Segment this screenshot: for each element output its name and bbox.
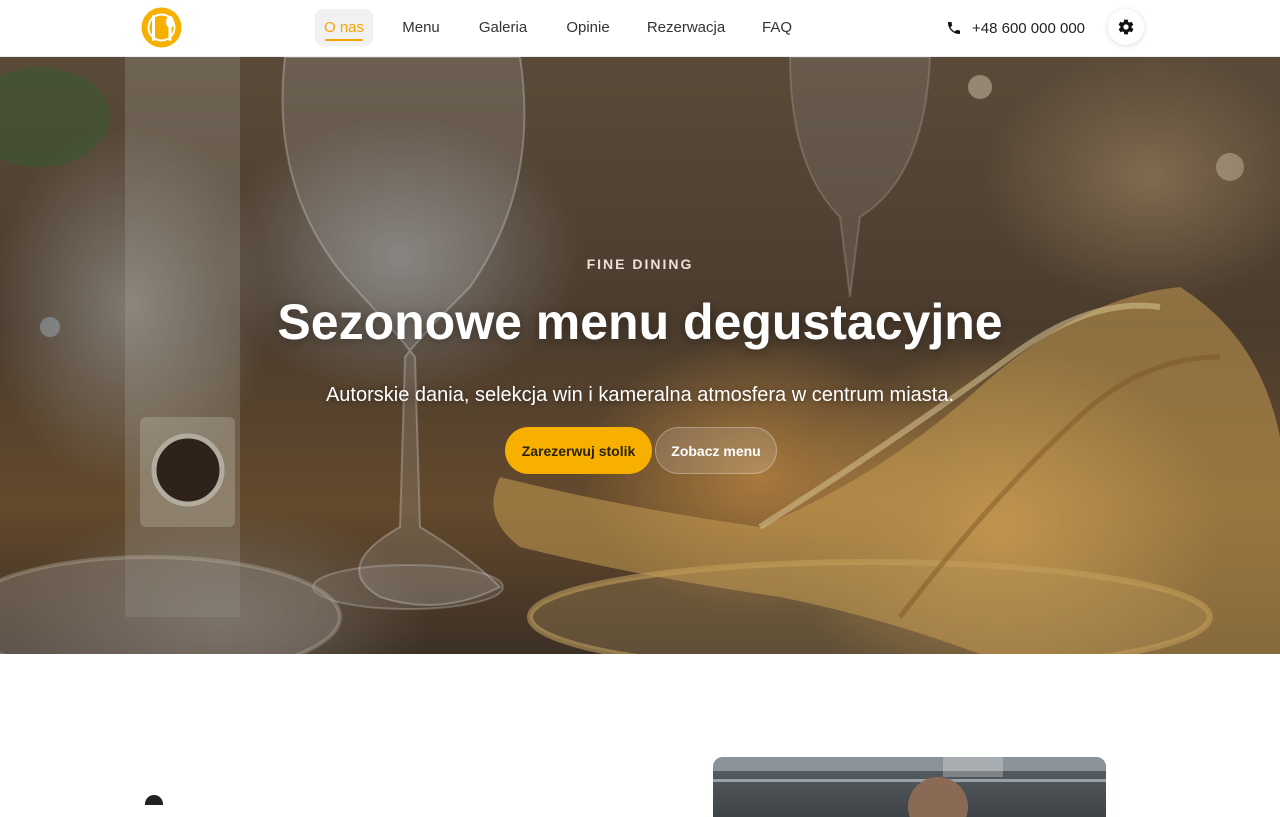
active-underline [325,39,363,41]
nav-item-rezerwacja[interactable]: Rezerwacja [646,9,726,46]
view-menu-button[interactable]: Zobacz menu [655,427,777,474]
hero-section: FINE DINING Sezonowe menu degustacyjne A… [0,57,1280,654]
nav-item-label: FAQ [762,19,793,36]
nav-item-faq[interactable]: FAQ [762,9,792,46]
section-heading-glyph [145,795,163,805]
nav-item-label: Menu [402,19,440,36]
nav-item-o-nas[interactable]: O nas [315,9,373,46]
site-header: O nas Menu Galeria Opinie Rezerwacja FAQ… [0,0,1280,57]
nav-item-label: Galeria [478,19,528,36]
gear-icon [1118,19,1134,35]
hero-subtitle: Autorskie dania, selekcja win i kameraln… [325,384,955,406]
logo[interactable] [140,6,183,49]
reserve-table-button[interactable]: Zarezerwuj stolik [505,427,652,474]
about-section [0,654,1280,817]
nav-item-label: Opinie [566,19,610,36]
phone-link[interactable]: +48 600 000 000 [946,18,1085,38]
nav-item-label: Rezerwacja [646,19,726,36]
phone-number: +48 600 000 000 [972,19,1086,37]
phone-icon [948,22,960,34]
nav-item-galeria[interactable]: Galeria [479,9,527,46]
nav-item-label: O nas [323,19,365,36]
chef-photo-image [713,757,1106,817]
fork-spoon-logo-icon [141,7,182,48]
nav-item-menu[interactable]: Menu [402,9,440,46]
settings-button[interactable] [1108,9,1144,45]
hero-overlay [0,57,1280,654]
about-photo [713,757,1106,817]
nav-item-opinie[interactable]: Opinie [566,9,610,46]
hero-eyebrow: FINE DINING [586,256,694,272]
main-nav: O nas Menu Galeria Opinie Rezerwacja FAQ [315,9,792,46]
hero-title: Sezonowe menu degustacyjne [277,294,1003,350]
